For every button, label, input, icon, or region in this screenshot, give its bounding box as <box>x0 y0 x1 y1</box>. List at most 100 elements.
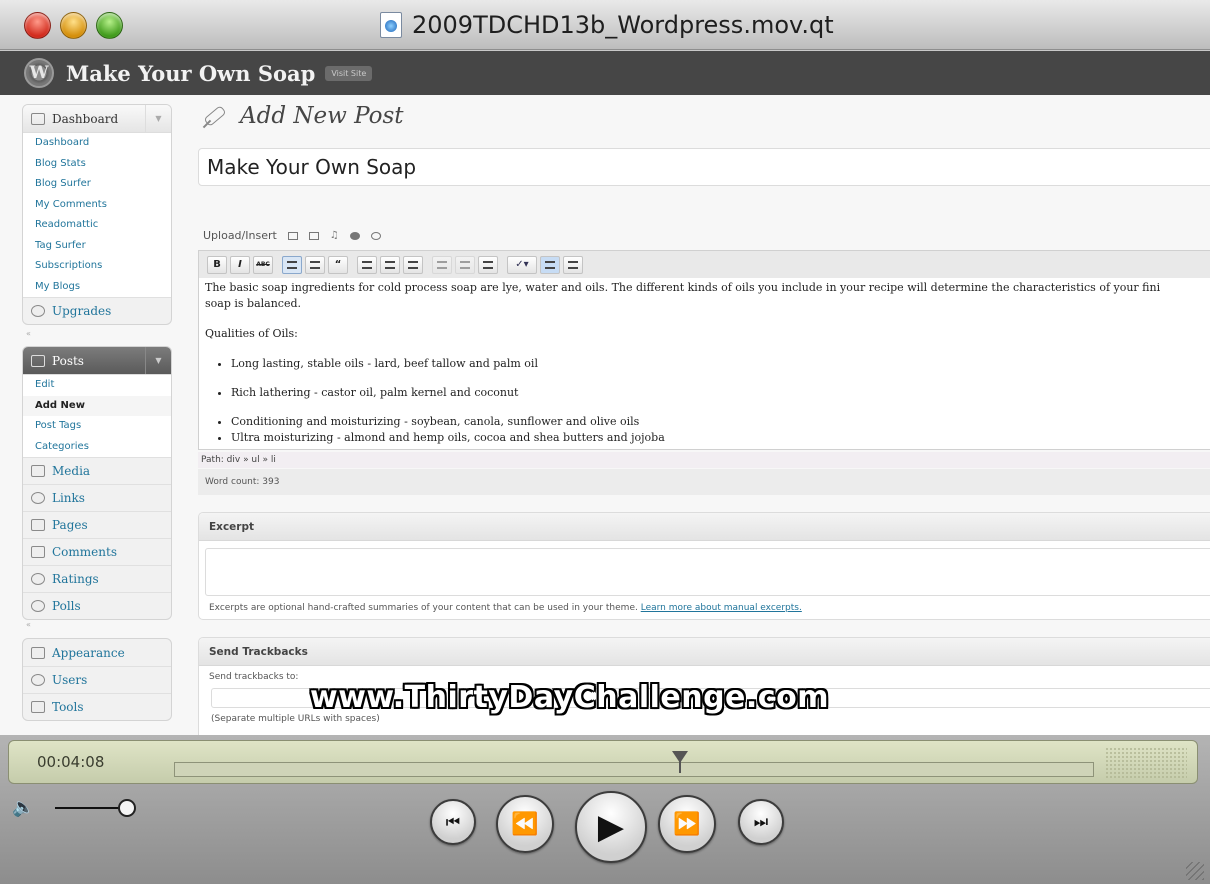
add-media-icon[interactable] <box>349 231 360 240</box>
menu-tools[interactable]: Tools <box>23 693 171 720</box>
strikethrough-button[interactable]: ABC <box>253 255 273 274</box>
visit-site-button[interactable]: Visit Site <box>325 65 373 81</box>
submenu-readomattic[interactable]: Readomattic <box>23 215 171 236</box>
unlink-button[interactable] <box>455 255 475 274</box>
window-title: 2009TDCHD13b_Wordpress.mov.qt <box>412 11 834 39</box>
lcd-dot-pattern <box>1105 747 1187 779</box>
wp-admin-header: W Make Your Own Soap Visit Site <box>0 51 1210 95</box>
blockquote-button[interactable]: “ <box>328 255 348 274</box>
skip-end-icon: ⏭ <box>753 812 769 831</box>
add-video-icon[interactable] <box>308 231 319 240</box>
ratings-icon <box>31 573 45 585</box>
menu-upgrades[interactable]: Upgrades <box>23 297 171 324</box>
menu-ratings-label: Ratings <box>52 572 99 586</box>
quicktime-file-icon <box>380 12 402 38</box>
resize-grip-icon[interactable] <box>1186 862 1204 880</box>
kitchen-sink-icon <box>568 260 578 269</box>
bullet-list-button[interactable] <box>282 255 302 274</box>
excerpt-title[interactable]: Excerpt <box>199 513 1210 541</box>
skip-to-start-button[interactable]: ⏮ <box>430 799 476 845</box>
submenu-tag-surfer[interactable]: Tag Surfer <box>23 236 171 257</box>
add-poll-icon[interactable] <box>370 231 381 240</box>
volume-icon: 🔈 <box>12 797 35 818</box>
pages-icon <box>31 519 45 531</box>
bold-button[interactable]: B <box>207 255 227 274</box>
submenu-subscriptions[interactable]: Subscriptions <box>23 256 171 277</box>
editor-oil-list: Long lasting, stable oils - lard, beef t… <box>231 356 1210 446</box>
menu-appearance[interactable]: Appearance <box>23 639 171 666</box>
volume-knob[interactable] <box>117 799 136 817</box>
home-icon <box>31 112 45 125</box>
scrubber-bar[interactable] <box>174 762 1094 777</box>
menu-appearance-label: Appearance <box>52 645 125 660</box>
submenu-blog-surfer[interactable]: Blog Surfer <box>23 174 171 195</box>
bullet-list-icon <box>287 260 297 269</box>
menu-polls-label: Polls <box>52 599 81 613</box>
menu-links[interactable]: Links <box>23 484 171 511</box>
submenu-post-tags[interactable]: Post Tags <box>23 416 171 437</box>
unlink-icon <box>460 260 470 269</box>
submenu-dashboard[interactable]: Dashboard <box>23 133 171 154</box>
tools-icon <box>31 701 45 713</box>
menu-toggle-icon[interactable]: ▼ <box>145 105 171 132</box>
italic-button[interactable]: I <box>230 255 250 274</box>
menu-separator: « <box>26 329 31 338</box>
player-controls: 00:04:08 🔈 ⏮ ⏪ ▶ ⏩ ⏭ <box>0 735 1210 884</box>
skip-to-end-button[interactable]: ⏭ <box>738 799 784 845</box>
editor-heading: Qualities of Oils: <box>205 327 298 340</box>
pin-icon <box>31 354 45 367</box>
submenu-my-blogs[interactable]: My Blogs <box>23 277 171 298</box>
upload-insert-row: Upload/Insert ♫ <box>203 229 381 242</box>
post-title-input[interactable]: Make Your Own Soap <box>198 148 1210 186</box>
dashboard-submenu: Dashboard Blog Stats Blog Surfer My Comm… <box>23 132 171 297</box>
post-content-editor[interactable]: The basic soap ingredients for cold proc… <box>198 278 1210 450</box>
menu-posts[interactable]: Posts ▼ <box>23 347 171 374</box>
submenu-categories[interactable]: Categories <box>23 437 171 458</box>
align-center-button[interactable] <box>380 255 400 274</box>
close-button[interactable] <box>24 12 51 39</box>
more-tag-button[interactable] <box>478 255 498 274</box>
menu-media[interactable]: Media <box>23 457 171 484</box>
add-audio-icon[interactable]: ♫ <box>330 230 339 240</box>
site-title[interactable]: Make Your Own Soap <box>66 61 315 86</box>
excerpt-help-link[interactable]: Learn more about manual excerpts. <box>641 603 802 613</box>
link-icon <box>437 260 447 269</box>
play-button[interactable]: ▶ <box>575 791 647 863</box>
menu-dashboard-label: Dashboard <box>52 111 119 126</box>
insert-link-button[interactable] <box>432 255 452 274</box>
menu-pages-label: Pages <box>52 518 88 532</box>
align-left-button[interactable] <box>357 255 377 274</box>
trackbacks-title[interactable]: Send Trackbacks <box>199 638 1210 666</box>
submenu-my-comments[interactable]: My Comments <box>23 195 171 216</box>
excerpt-textarea[interactable] <box>205 548 1210 596</box>
fullscreen-button[interactable] <box>540 255 560 274</box>
kitchen-sink-button[interactable] <box>563 255 583 274</box>
skip-start-icon: ⏮ <box>445 812 461 831</box>
submenu-blog-stats[interactable]: Blog Stats <box>23 154 171 175</box>
spellcheck-button[interactable]: ✓▾ <box>507 255 537 274</box>
align-right-button[interactable] <box>403 255 423 274</box>
list-item: Rich lathering - castor oil, palm kernel… <box>231 385 1210 401</box>
submenu-add-new[interactable]: Add New <box>23 395 171 416</box>
menu-tools-label: Tools <box>52 700 84 714</box>
list-item: Conditioning and moisturizing - soybean,… <box>231 414 1210 430</box>
menu-pages[interactable]: Pages <box>23 511 171 538</box>
rewind-button[interactable]: ⏪ <box>496 795 554 853</box>
fast-forward-button[interactable]: ⏩ <box>658 795 716 853</box>
volume-slider[interactable] <box>55 807 127 809</box>
editor-path-bar: Path: div » ul » li <box>198 452 1210 468</box>
menu-ratings[interactable]: Ratings <box>23 565 171 592</box>
add-image-icon[interactable] <box>287 231 298 240</box>
menu-polls[interactable]: Polls <box>23 592 171 619</box>
dashboard-menu: Dashboard ▼ Dashboard Blog Stats Blog Su… <box>22 104 172 325</box>
numbered-list-button[interactable] <box>305 255 325 274</box>
menu-comments[interactable]: Comments <box>23 538 171 565</box>
menu-users[interactable]: Users <box>23 666 171 693</box>
minimize-button[interactable] <box>60 12 87 39</box>
posts-toggle-icon[interactable]: ▼ <box>145 347 171 374</box>
playhead-handle[interactable] <box>672 751 688 773</box>
zoom-button[interactable] <box>96 12 123 39</box>
timeline-display: 00:04:08 <box>8 740 1198 784</box>
menu-dashboard[interactable]: Dashboard ▼ <box>23 105 171 132</box>
submenu-edit[interactable]: Edit <box>23 375 171 396</box>
